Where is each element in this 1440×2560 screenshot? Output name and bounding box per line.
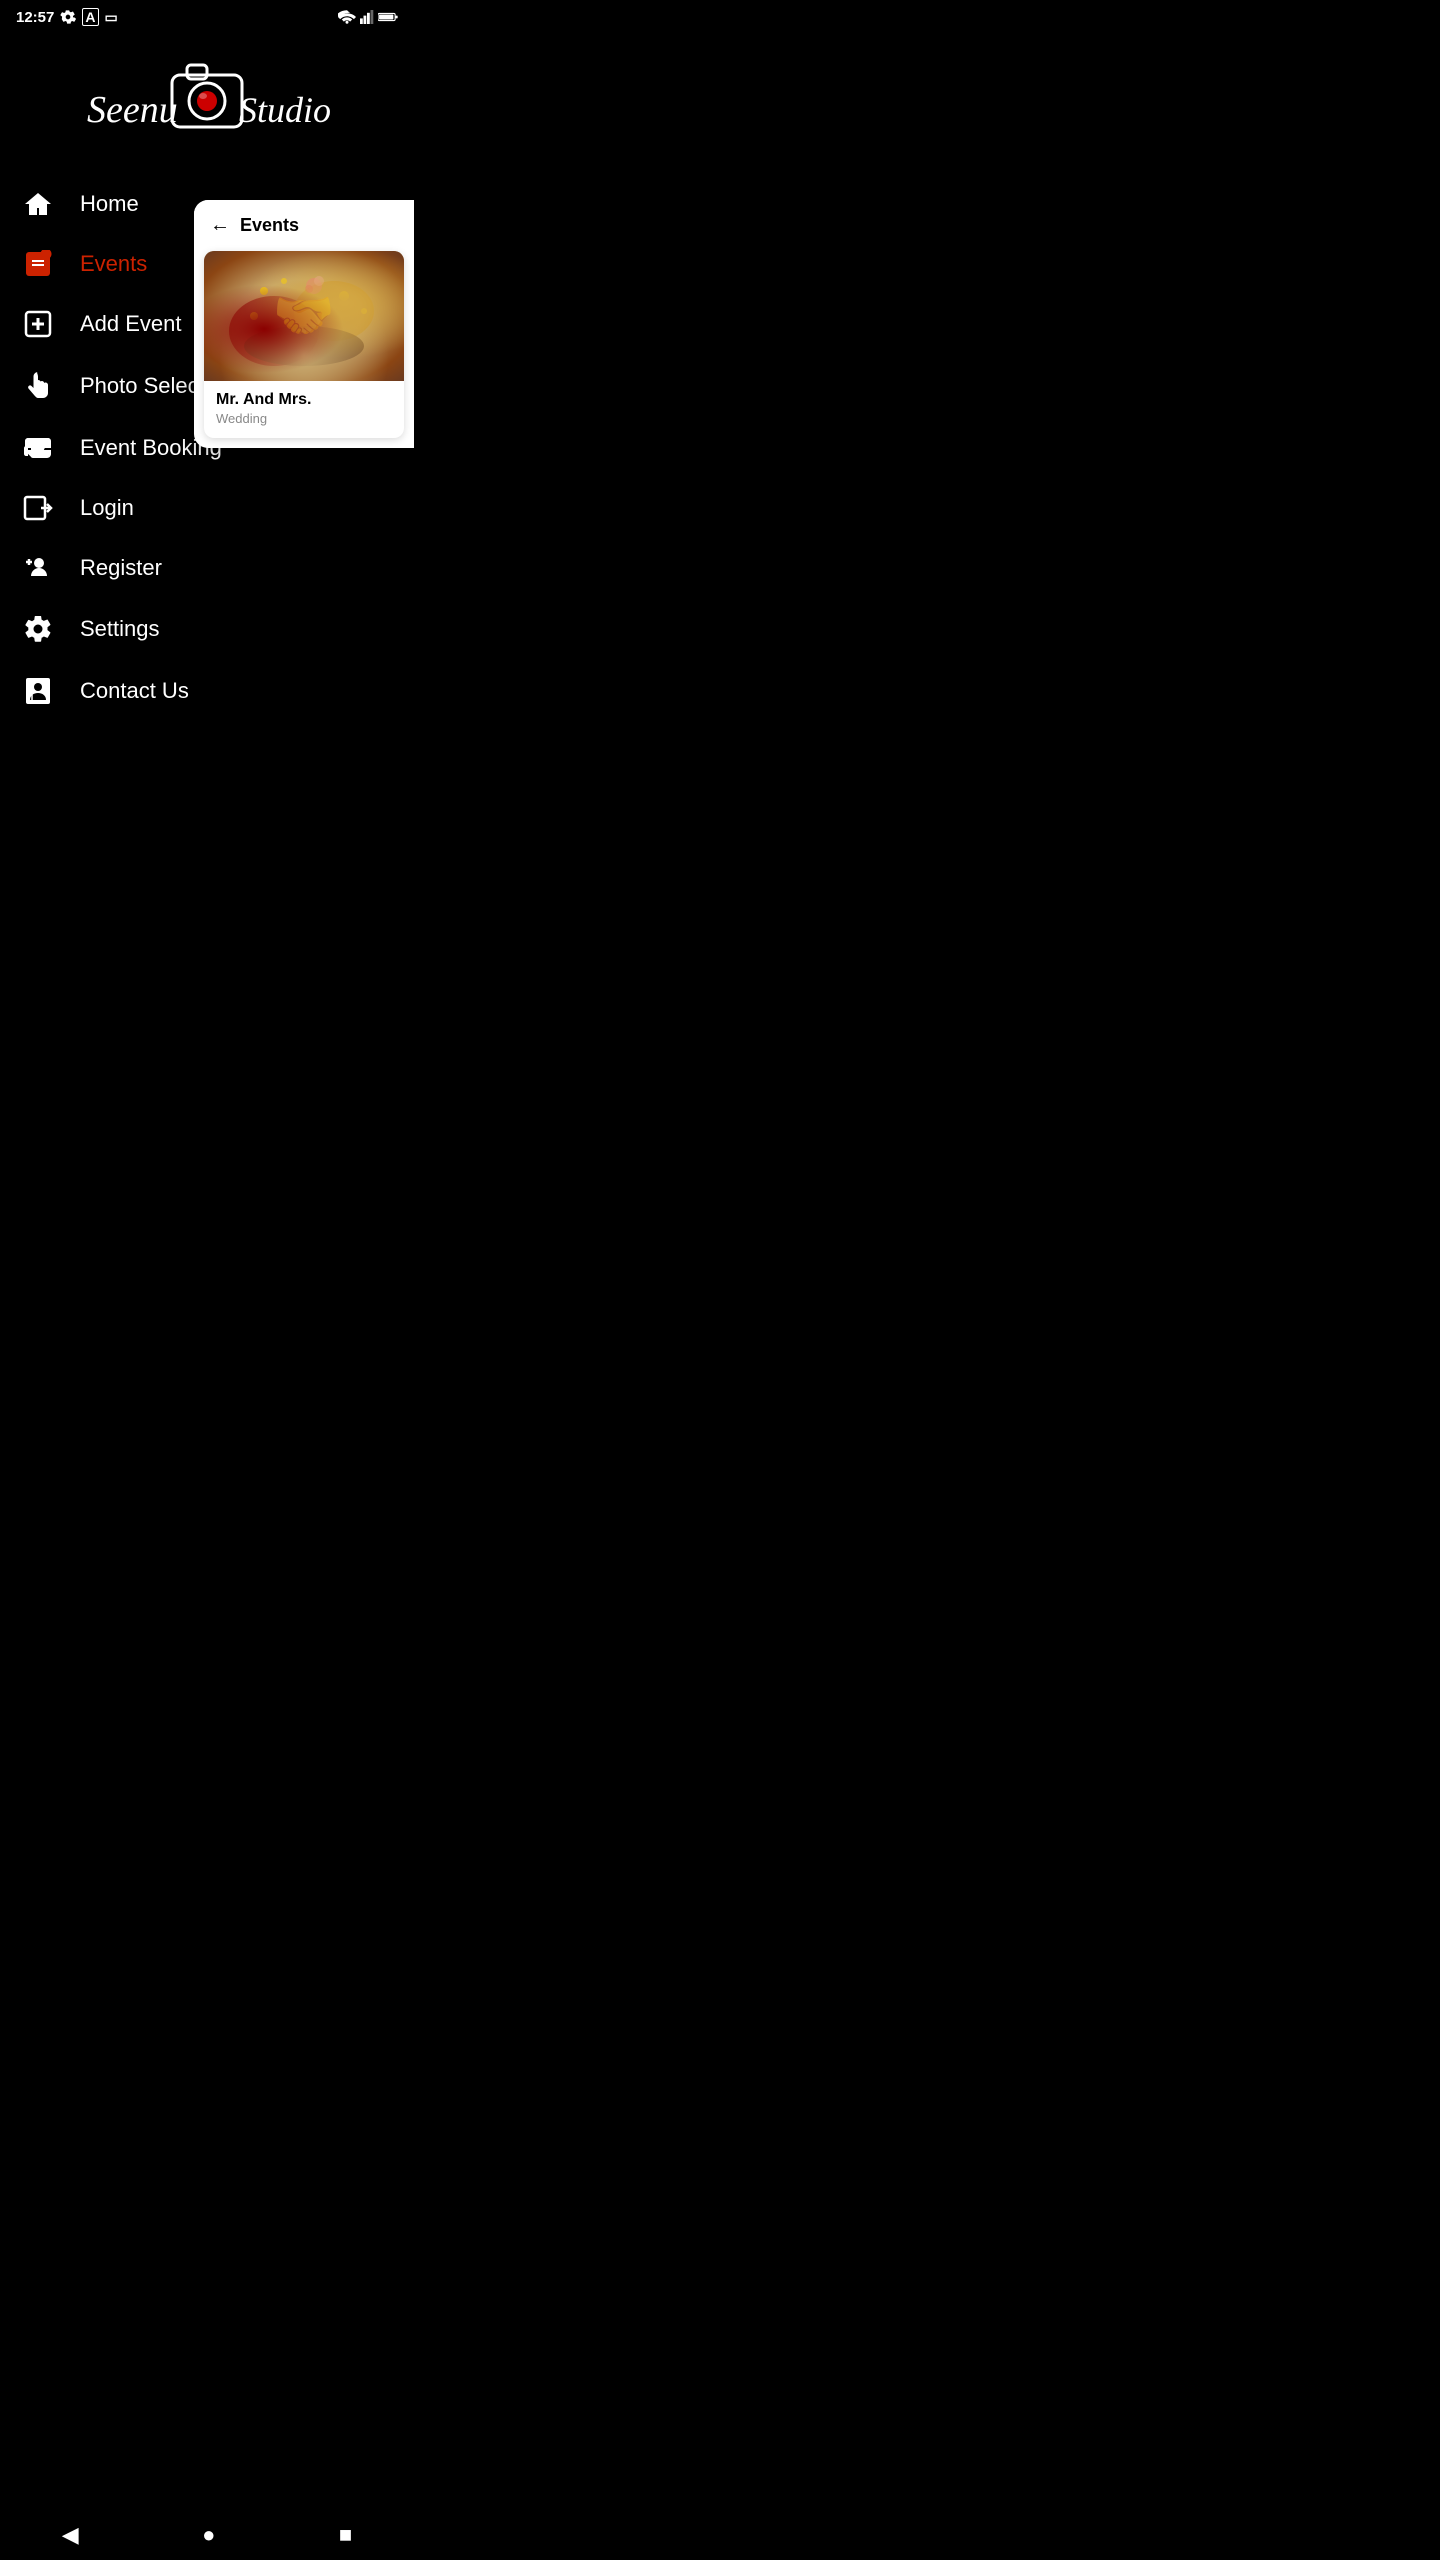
sidebar-item-contact-us[interactable]: Contact Us — [20, 660, 394, 722]
settings-label: Settings — [80, 616, 160, 642]
status-left: 12:57 A ▭ — [16, 8, 118, 26]
text-icon: A — [82, 8, 98, 26]
status-time: 12:57 — [16, 9, 54, 26]
battery-icon — [378, 11, 398, 23]
settings-icon — [20, 614, 56, 644]
sidebar-item-register[interactable]: Register — [20, 538, 394, 598]
panel-title: Events — [240, 215, 299, 236]
event-type: Wedding — [216, 411, 392, 426]
event-name: Mr. And Mrs. — [216, 391, 392, 409]
svg-text:Seenu: Seenu — [87, 89, 178, 131]
recent-nav-button[interactable]: ■ — [339, 2522, 352, 2548]
login-label: Login — [80, 495, 134, 521]
bottom-nav: ◀ ● ■ — [0, 2510, 414, 2560]
events-icon — [20, 250, 56, 278]
events-label: Events — [80, 251, 147, 277]
studio-logo: Seenu Studio — [77, 50, 337, 150]
sidebar-item-login[interactable]: Login — [20, 478, 394, 538]
svg-text:Studio: Studio — [239, 90, 331, 130]
status-bar: 12:57 A ▭ — [0, 0, 414, 30]
panel-header: ← Events — [194, 200, 414, 251]
logo-area: Seenu Studio — [0, 30, 414, 174]
settings-status-icon — [60, 9, 76, 25]
event-booking-icon — [20, 434, 56, 462]
back-nav-button[interactable]: ◀ — [62, 2522, 79, 2548]
event-card-image — [204, 251, 404, 381]
status-right — [338, 10, 398, 24]
contact-us-icon — [20, 676, 56, 706]
register-label: Register — [80, 555, 162, 581]
wifi-icon — [338, 10, 356, 24]
home-nav-button[interactable]: ● — [202, 2522, 215, 2548]
contact-us-label: Contact Us — [80, 678, 189, 704]
sidebar-item-settings[interactable]: Settings — [20, 598, 394, 660]
back-button[interactable]: ← — [210, 214, 230, 237]
register-icon — [20, 554, 56, 582]
signal-icon — [360, 10, 374, 24]
photo-selection-icon — [20, 370, 56, 402]
add-event-icon — [20, 310, 56, 338]
event-card[interactable]: Mr. And Mrs. Wedding — [204, 251, 404, 438]
home-icon — [20, 190, 56, 218]
card-icon: ▭ — [105, 9, 118, 26]
login-icon — [20, 494, 56, 522]
add-event-label: Add Event — [80, 311, 182, 337]
home-label: Home — [80, 191, 139, 217]
events-panel: ← Events — [194, 200, 414, 448]
event-card-info: Mr. And Mrs. Wedding — [204, 381, 404, 438]
